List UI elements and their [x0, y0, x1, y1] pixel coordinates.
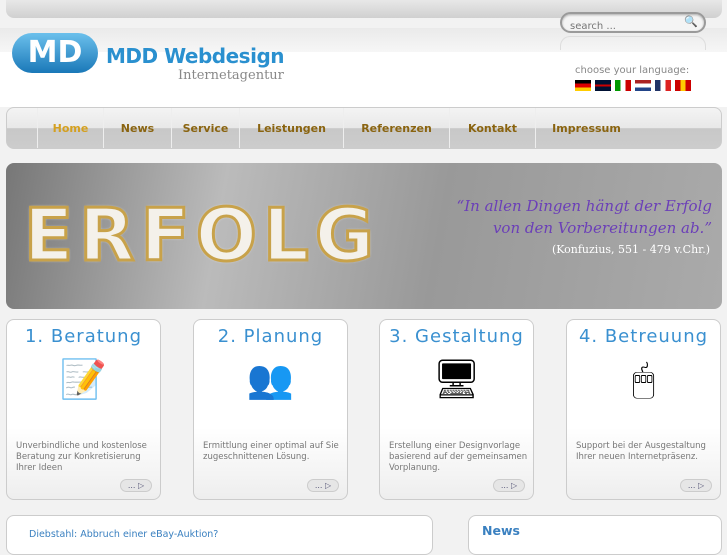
document-pencil-icon: 📝 [59, 357, 108, 401]
service-card: 2. Planung 👥 Ermittlung einer optimal auf … [193, 319, 348, 500]
flag-it-icon[interactable] [615, 80, 631, 91]
logo[interactable]: MD [12, 33, 98, 88]
nav-news[interactable]: News [103, 108, 171, 148]
news-box: News [468, 515, 722, 555]
article-box: Diebstahl: Abbruch einer eBay-Auktion? [6, 515, 433, 555]
flag-fr-icon[interactable] [655, 80, 671, 91]
monitor-icon: 🖥 [432, 357, 481, 401]
search-reflection [560, 36, 706, 50]
service-card: 1. Beratung 📝 Unverbindliche und kostenlos… [6, 319, 161, 500]
card-text: Ermittlung einer optimal auf Sie zugesch… [203, 441, 339, 462]
search-input[interactable] [570, 21, 680, 32]
more-button[interactable]: ... ▷ [307, 479, 339, 492]
nav-home[interactable]: Home [37, 108, 103, 148]
more-button[interactable]: ... ▷ [493, 479, 525, 492]
nav-kontakt[interactable]: Kontakt [449, 108, 535, 148]
tagline: Internetagentur [178, 68, 284, 83]
card-title: 2. Planung [217, 326, 324, 347]
mouse-icon: 🖱 [632, 357, 655, 401]
card-title: 4. Betreuung [578, 326, 709, 347]
card-text: Unverbindliche und kostenlose Beratung z… [16, 441, 147, 473]
flag-es-icon[interactable] [675, 80, 691, 91]
language-label: choose your language: [575, 65, 690, 76]
banner-quote: “In allen Dingen hängt der Erfolg von den… [457, 195, 712, 239]
flag-de-icon[interactable] [575, 80, 591, 91]
service-card: 4. Betreuung 🖱 Support bei der Ausgestaltu… [566, 319, 721, 500]
users-icon: 👥 [246, 357, 295, 401]
card-title: 3. Gestaltung [389, 326, 524, 347]
banner-word: ERFOLG [23, 192, 380, 279]
article-link[interactable]: Diebstahl: Abbruch einer eBay-Auktion? [29, 529, 218, 540]
more-button[interactable]: ... ▷ [680, 479, 712, 492]
search-icon[interactable]: 🔍 [684, 15, 698, 28]
language-flags [575, 80, 691, 91]
more-button[interactable]: ... ▷ [120, 479, 152, 492]
nav-referenzen[interactable]: Referenzen [343, 108, 449, 148]
quote-line: von den Vorbereitungen ab.” [492, 219, 712, 237]
news-title: News [482, 523, 520, 538]
logo-mark: MD [12, 33, 98, 73]
card-text: Erstellung einer Designvorlage basierend… [389, 441, 528, 473]
card-text: Support bei der Ausgestaltung Ihrer neue… [576, 441, 706, 462]
main-nav: Home News Service Leistungen Referenzen Konta… [6, 107, 722, 149]
brand-name: MDD Webdesign [106, 44, 285, 68]
nav-impressum[interactable]: Impressum [535, 108, 637, 148]
search-box[interactable]: 🔍 [560, 12, 706, 33]
hero-banner: ERFOLG “In allen Dingen hängt der Erfolg… [6, 163, 722, 309]
card-title: 1. Beratung [24, 326, 143, 347]
nav-service[interactable]: Service [171, 108, 239, 148]
quote-author: (Konfuzius, 551 - 479 v.Chr.) [551, 243, 710, 256]
flag-en-icon[interactable] [595, 80, 611, 91]
quote-line: “In allen Dingen hängt der Erfolg [456, 197, 712, 215]
nav-leistungen[interactable]: Leistungen [239, 108, 343, 148]
service-card: 3. Gestaltung 🖥 Erstellung einer Designvor… [379, 319, 534, 500]
flag-nl-icon[interactable] [635, 80, 651, 91]
